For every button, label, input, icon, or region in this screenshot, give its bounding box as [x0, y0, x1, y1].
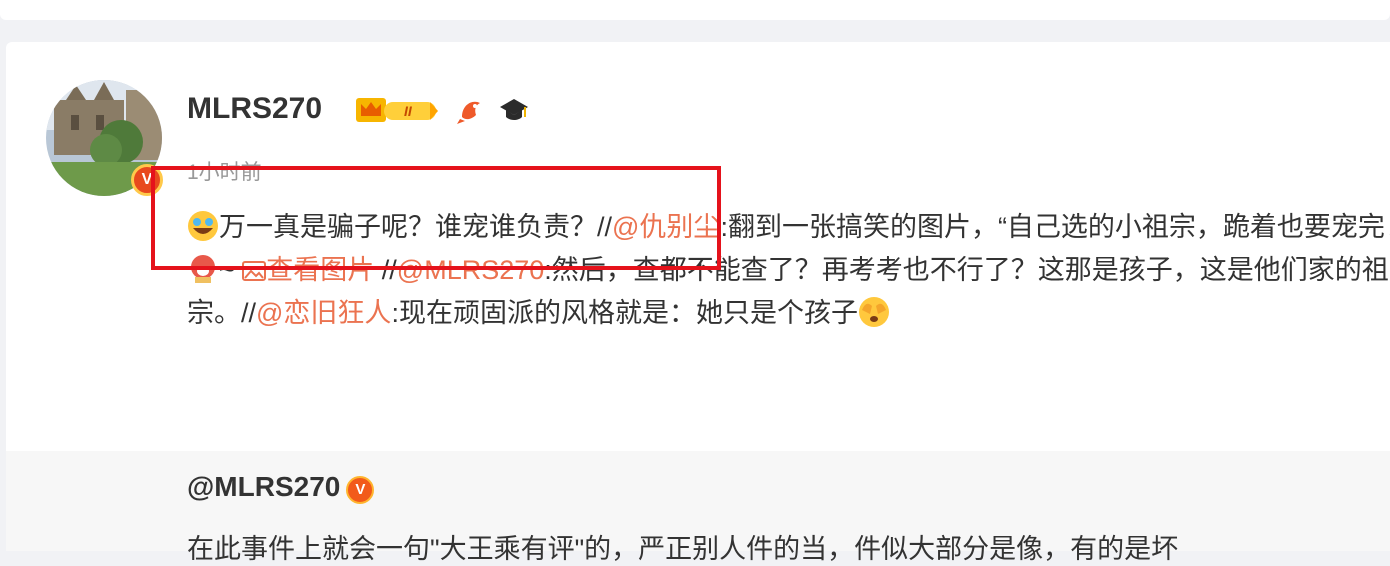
post-text-segment: :现在顽固派的风格就是：她只是个孩子 — [391, 298, 858, 328]
verified-badge-icon: V — [346, 476, 375, 504]
post-text-segment: :翻到一张搞笑的图片，“自己选的小祖宗，跪着也要宠完！” — [720, 212, 1390, 242]
post-username[interactable]: MLRS270 — [187, 92, 322, 126]
post-card: V MLRS270 II 1小时前 万一真是骗子呢？谁宠谁负责？//@仇别尘:翻… — [6, 42, 1390, 564]
quoted-username[interactable]: @MLRS270 V — [187, 471, 375, 504]
quoted-username-text: @MLRS270 — [187, 471, 341, 502]
highlight-annotation — [151, 166, 721, 270]
crown-level-badge-icon[interactable]: II — [356, 94, 444, 126]
quoted-post[interactable]: @MLRS270 V 在此事件上就会一句"大王乘有评"的，严正别人件的当，件似大部… — [6, 451, 1390, 564]
svg-text:II: II — [404, 103, 413, 119]
mention-link[interactable]: @恋旧狂人 — [256, 298, 391, 328]
graduation-cap-icon[interactable] — [498, 95, 530, 125]
user-badges: II — [356, 94, 530, 126]
quoted-text: 在此事件上就会一句"大王乘有评"的，严正别人件的当，件似大部分是像，有的是坏 — [187, 534, 1179, 564]
facepalm-emoji-icon — [858, 297, 889, 327]
koi-fish-icon[interactable] — [456, 95, 486, 125]
previous-card — [0, 0, 1390, 20]
